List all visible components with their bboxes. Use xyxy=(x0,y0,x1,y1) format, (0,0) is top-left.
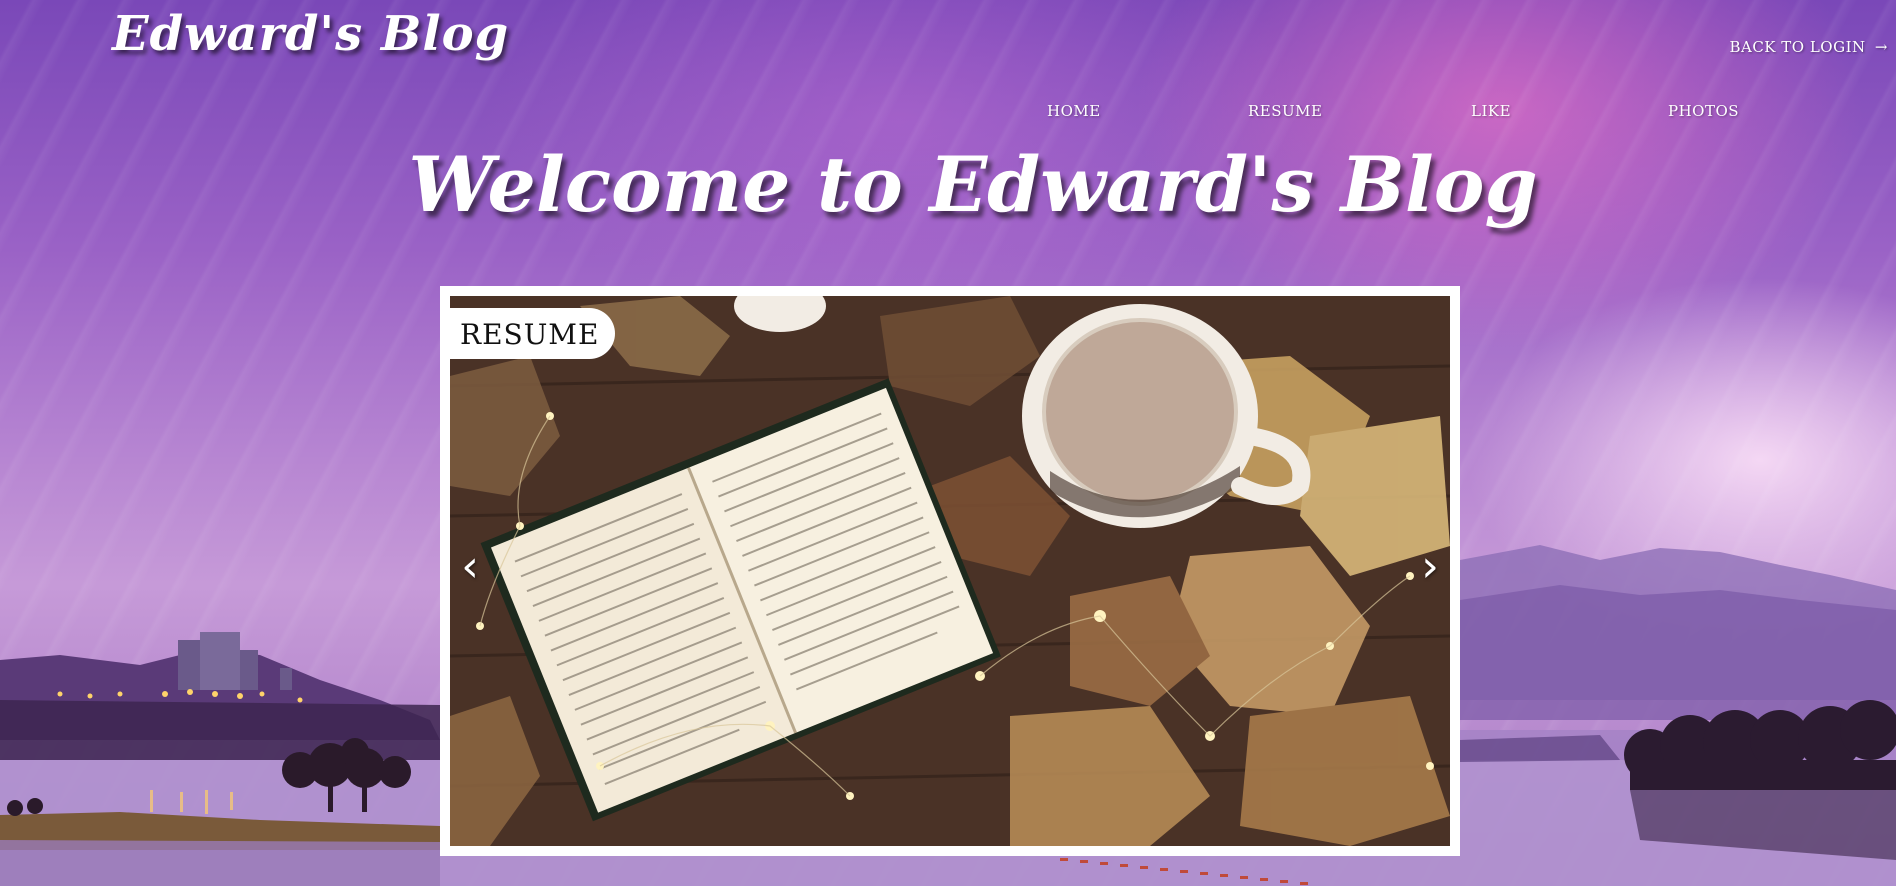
site-logo-title[interactable]: Edward's Blog xyxy=(112,6,509,62)
slide-caption-badge[interactable]: RESUME xyxy=(450,308,616,359)
chevron-right-icon[interactable]: › xyxy=(1410,536,1450,596)
nav-item-like[interactable]: LIKE xyxy=(1471,102,1511,120)
main-nav: HOME RESUME LIKE PHOTOS xyxy=(0,102,1896,126)
image-carousel: RESUME ‹ › xyxy=(440,286,1460,856)
arrow-right-icon: → xyxy=(1874,38,1888,56)
hero-title: Welcome to Edward's Blog xyxy=(408,140,1538,229)
back-to-login-label: BACK TO LOGIN xyxy=(1729,38,1866,56)
nav-item-resume[interactable]: RESUME xyxy=(1248,102,1322,120)
slide-image-book-coffee xyxy=(450,296,1450,846)
back-to-login-link[interactable]: BACK TO LOGIN → xyxy=(1729,38,1888,56)
carousel-slide[interactable]: RESUME ‹ › xyxy=(450,296,1450,846)
nav-item-photos[interactable]: PHOTOS xyxy=(1668,102,1739,120)
chevron-left-icon[interactable]: ‹ xyxy=(450,536,490,596)
nav-item-home[interactable]: HOME xyxy=(1047,102,1101,120)
